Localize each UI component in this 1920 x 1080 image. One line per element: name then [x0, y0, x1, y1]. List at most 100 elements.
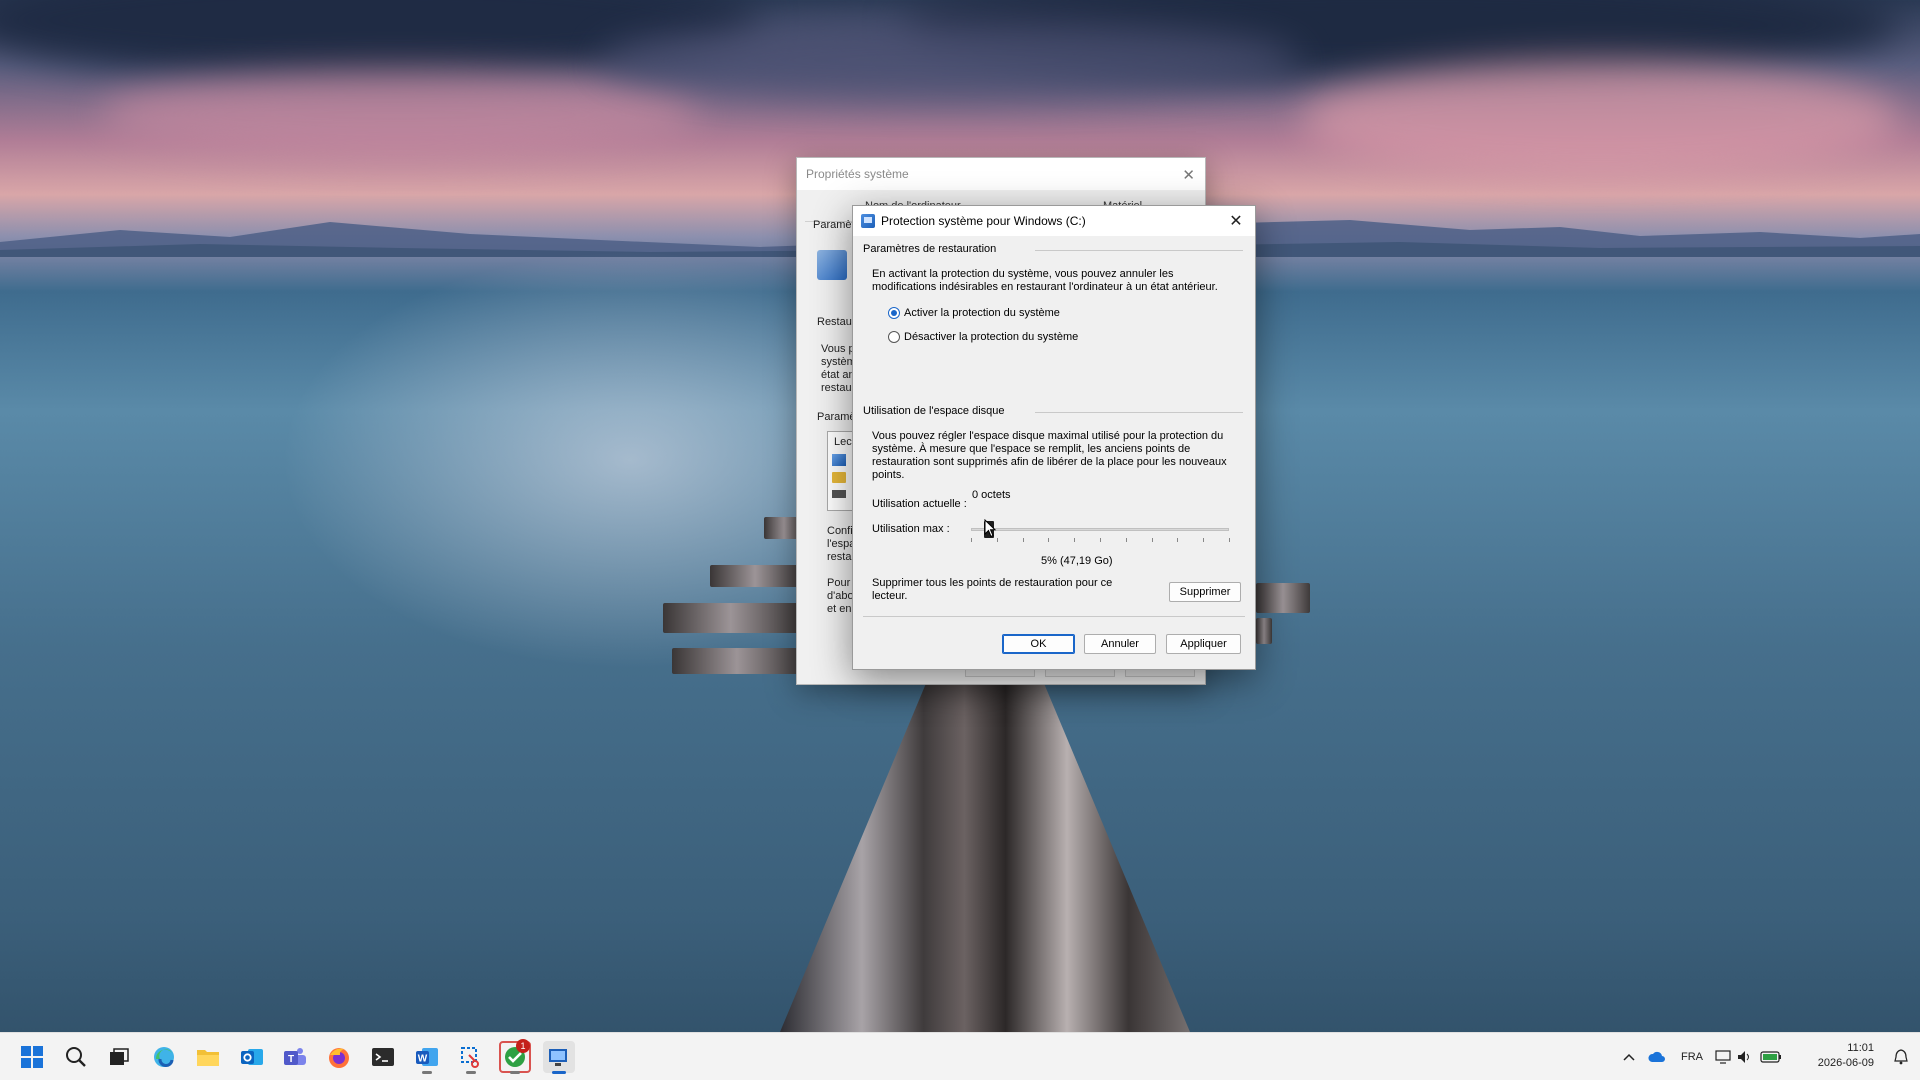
network-icon[interactable] — [1712, 1050, 1734, 1064]
mouse-cursor-icon — [984, 519, 997, 538]
slider-tick — [1229, 538, 1230, 542]
edge-icon[interactable] — [148, 1041, 180, 1073]
slider-track[interactable] — [971, 528, 1229, 531]
slider-tick — [1151, 538, 1153, 542]
battery-icon[interactable] — [1756, 1051, 1786, 1063]
close-icon[interactable]: ✕ — [1182, 166, 1195, 184]
ok-button[interactable]: OK — [1002, 634, 1075, 654]
pier-plank — [1256, 583, 1310, 613]
text-fragment: Pour — [827, 577, 851, 589]
delete-description: Supprimer tous les points de restauratio… — [872, 577, 1122, 603]
cancel-button[interactable]: Annuler — [1084, 634, 1156, 654]
radio-enable-protection[interactable]: Activer la protection du système — [888, 307, 1060, 319]
text-fragment: systèm — [821, 356, 853, 368]
system-tray: FRA — [1616, 1033, 1786, 1080]
delete-text-line: lecteur. — [872, 590, 908, 602]
radio-unselected-icon[interactable] — [888, 331, 900, 343]
list-header: Lec — [834, 436, 852, 448]
running-indicator — [466, 1071, 476, 1074]
cloud — [100, 70, 700, 160]
volume-icon[interactable] — [1734, 1050, 1756, 1064]
radio-disable-protection[interactable]: Désactiver la protection du système — [888, 331, 1078, 343]
slider-tick — [1022, 538, 1024, 542]
slider-tick — [1100, 538, 1101, 542]
disk-description: Vous pouvez régler l'espace disque maxim… — [872, 430, 1242, 482]
greenshot-icon[interactable]: 1 — [499, 1039, 531, 1074]
restore-text-line: modifications indésirables en restaurant… — [872, 281, 1218, 293]
text-fragment: et en — [827, 603, 852, 615]
restore-text-line: En activant la protection du système, vo… — [872, 268, 1174, 280]
disk-text-line: système. À mesure que l'espace se rempli… — [872, 443, 1191, 455]
slider-tick — [1177, 538, 1179, 542]
system-protection-dialog: Protection système pour Windows (C:) ✕ P… — [852, 205, 1256, 670]
active-indicator — [552, 1071, 566, 1074]
group-divider — [1035, 250, 1243, 251]
search-icon[interactable] — [60, 1041, 92, 1073]
language-indicator[interactable]: FRA — [1672, 1051, 1712, 1063]
group-divider — [1035, 412, 1243, 413]
clock[interactable]: 11:01 2026-06-09 — [1818, 1041, 1874, 1071]
text-fragment: Vous p — [821, 343, 853, 355]
pier-plank — [672, 648, 802, 674]
slider-tick — [971, 538, 972, 542]
restore-group-title: Paramètres de restauration — [863, 243, 997, 255]
running-indicator — [510, 1071, 520, 1074]
text-fragment: Confi — [827, 525, 853, 537]
slider-tick — [1125, 538, 1127, 542]
window-title: Propriétés système — [797, 158, 1205, 190]
notification-bell-icon[interactable] — [1894, 1049, 1908, 1068]
onedrive-icon[interactable] — [1642, 1051, 1672, 1063]
disk-text-line: restauration sont supprimés afin de libé… — [872, 456, 1227, 468]
delete-button[interactable]: Supprimer — [1169, 582, 1241, 602]
terminal-icon[interactable] — [367, 1041, 399, 1073]
drive-icon — [832, 490, 846, 498]
text-fragment: état an — [821, 369, 853, 381]
max-usage-label: Utilisation max : — [872, 523, 950, 535]
pier-plank — [663, 603, 798, 633]
file-explorer-icon[interactable] — [192, 1041, 224, 1073]
cloud — [600, 20, 1300, 100]
drive-list: Lec — [827, 431, 855, 511]
taskbar: T W 1 FRA 11:01 2026-06-09 — [0, 1032, 1920, 1080]
notification-badge: 1 — [516, 1039, 530, 1053]
snipping-tool-icon[interactable] — [455, 1041, 487, 1074]
restore-description: En activant la protection du système, vo… — [872, 268, 1242, 294]
text-fragment: restaur — [821, 382, 853, 394]
disk-text-line: points. — [872, 469, 905, 481]
firefox-icon[interactable] — [323, 1041, 355, 1073]
radio-disable-label: Désactiver la protection du système — [904, 331, 1079, 343]
time: 11:01 — [1847, 1042, 1874, 1054]
task-view-icon[interactable] — [103, 1041, 135, 1073]
dialog-title: Protection système pour Windows (C:) — [881, 214, 1086, 228]
restore-heading: Restaura — [817, 316, 853, 328]
date: 2026-06-09 — [1817, 1057, 1874, 1069]
apply-button[interactable]: Appliquer — [1166, 634, 1241, 654]
tab-parameters[interactable]: Paramètres — [813, 219, 853, 231]
max-usage-slider[interactable] — [971, 519, 1231, 542]
disk-group-title: Utilisation de l'espace disque — [863, 405, 1005, 417]
text-fragment: l'espa — [827, 538, 853, 550]
cloud — [1300, 60, 1900, 180]
text-fragment: d'abo — [827, 590, 853, 602]
current-usage-label: Utilisation actuelle : — [872, 498, 967, 510]
start-icon[interactable] — [16, 1041, 48, 1073]
outlook-icon[interactable] — [236, 1041, 268, 1073]
dialog-titlebar: Protection système pour Windows (C:) ✕ — [853, 206, 1255, 236]
close-icon[interactable]: ✕ — [1223, 209, 1249, 233]
word-icon[interactable]: W — [411, 1041, 443, 1074]
teams-icon[interactable]: T — [279, 1041, 311, 1073]
system-properties-icon[interactable] — [543, 1041, 575, 1074]
parameters-heading: Paramè — [817, 411, 853, 423]
slider-tick — [1203, 538, 1205, 542]
radio-enable-label: Activer la protection du système — [904, 307, 1060, 319]
pier-plank — [1256, 618, 1272, 644]
chevron-up-icon[interactable] — [1616, 1053, 1642, 1061]
drive-icon — [832, 454, 846, 466]
slider-tick — [1074, 538, 1076, 542]
pier — [780, 660, 1190, 1032]
footer-divider — [863, 616, 1245, 617]
disk-text-line: Vous pouvez régler l'espace disque maxim… — [872, 430, 1224, 442]
current-usage-value: 0 octets — [972, 489, 1011, 501]
radio-selected-icon[interactable] — [888, 307, 900, 319]
delete-text-line: Supprimer tous les points de restauratio… — [872, 577, 1113, 589]
